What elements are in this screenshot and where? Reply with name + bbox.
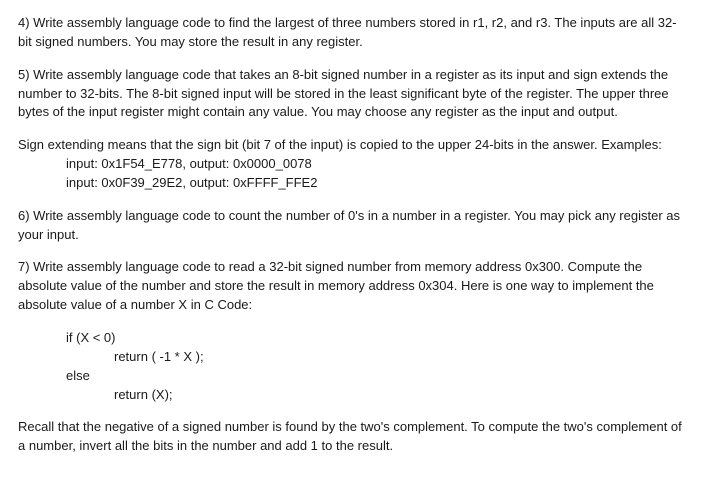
example-2: input: 0x0F39_29E2, output: 0xFFFF_FFE2 — [18, 174, 684, 193]
question-5: 5) Write assembly language code that tak… — [18, 66, 684, 123]
code-line-1: if (X < 0) — [66, 329, 684, 348]
sign-extend-description: Sign extending means that the sign bit (… — [18, 136, 684, 193]
code-line-2: return ( -1 * X ); — [66, 348, 684, 367]
sign-extend-text: Sign extending means that the sign bit (… — [18, 136, 684, 155]
c-code-block: if (X < 0) return ( -1 * X ); else retur… — [18, 329, 684, 404]
question-6: 6) Write assembly language code to count… — [18, 207, 684, 245]
document-page: 4) Write assembly language code to find … — [0, 0, 702, 484]
question-4: 4) Write assembly language code to find … — [18, 14, 684, 52]
code-line-3: else — [66, 367, 684, 386]
recall-paragraph: Recall that the negative of a signed num… — [18, 418, 684, 456]
example-1: input: 0x1F54_E778, output: 0x0000_0078 — [18, 155, 684, 174]
question-7: 7) Write assembly language code to read … — [18, 258, 684, 315]
code-line-4: return (X); — [66, 386, 684, 405]
